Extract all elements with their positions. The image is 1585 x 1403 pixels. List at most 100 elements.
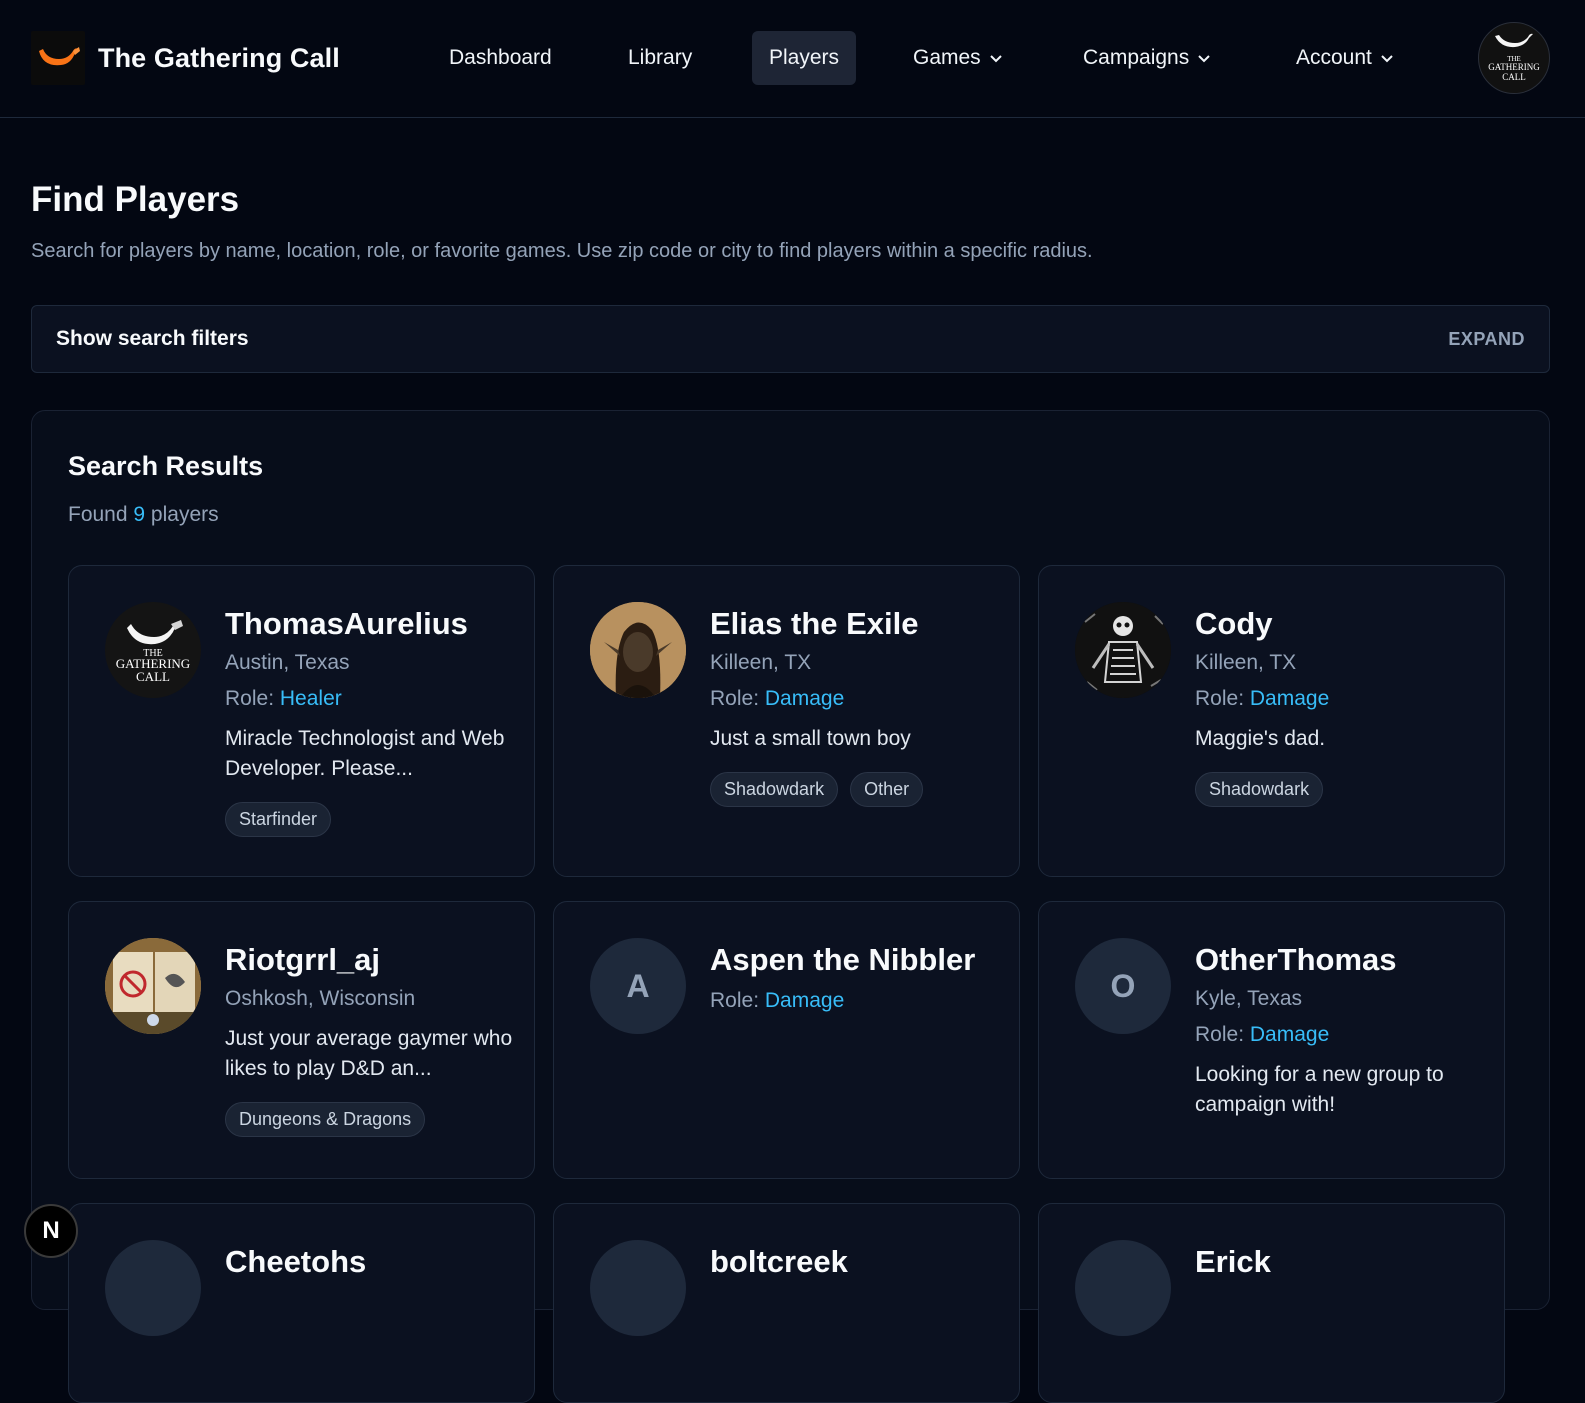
avatar-wordmark: THE GATHERING CALL [116, 648, 190, 684]
player-location: Oshkosh, Wisconsin [225, 987, 416, 1010]
nav-dashboard-label: Dashboard [449, 46, 552, 69]
player-name[interactable]: Riotgrrl_aj [225, 940, 514, 980]
player-card[interactable]: O OtherThomas Kyle, Texas Role: Damage L… [1038, 901, 1505, 1179]
avatar-wordmark: THE GATHERING CALL [1488, 55, 1540, 82]
page-description: Search for players by name, location, ro… [31, 240, 1093, 262]
nav-games-label: Games [913, 46, 981, 69]
svg-text:CALL: CALL [136, 669, 170, 684]
page-title: Find Players [31, 180, 240, 219]
nav-library-label: Library [628, 46, 693, 69]
nav-campaigns[interactable]: Campaigns [1066, 31, 1228, 85]
sign-photo-icon [105, 938, 201, 1034]
top-navbar: The Gathering Call Dashboard Library Pla… [0, 0, 1585, 118]
brand-title: The Gathering Call [98, 42, 340, 73]
nav-players-label: Players [769, 46, 840, 69]
player-name[interactable]: OtherThomas [1195, 940, 1484, 980]
role-label: Role: [1195, 1023, 1245, 1046]
chevron-down-icon [1380, 53, 1394, 63]
skeleton-art-icon [1075, 602, 1171, 698]
role-value: Damage [1249, 1023, 1330, 1046]
elf-portrait-icon [590, 602, 686, 698]
player-card[interactable]: A Aspen the Nibbler Role: Damage [553, 901, 1020, 1179]
nav-dashboard[interactable]: Dashboard [432, 31, 569, 85]
role-label: Role: [710, 989, 760, 1012]
role-value: Damage [764, 687, 845, 710]
role-label: Role: [225, 687, 275, 710]
player-tags: Dungeons & Dragons [225, 1102, 514, 1137]
player-bio: Looking for a new group to campaign with… [1195, 1063, 1444, 1116]
player-role: Role: Damage [710, 986, 999, 1016]
player-location: Killeen, TX [1195, 651, 1297, 674]
results-count: Found 9 players [68, 503, 219, 527]
player-name[interactable]: Cody [1195, 604, 1484, 644]
role-value: Damage [764, 989, 845, 1012]
player-tags: Shadowdark [1195, 772, 1484, 807]
player-role: Role: Damage [710, 684, 999, 714]
player-role: Role: Healer [225, 684, 514, 714]
nav-account[interactable]: Account [1279, 31, 1411, 85]
player-bio: Just a small town boy [710, 727, 911, 750]
results-count-suffix: players [150, 503, 219, 526]
player-name[interactable]: boltcreek [710, 1242, 999, 1282]
game-tag: Starfinder [225, 802, 332, 837]
player-name[interactable]: Erick [1195, 1242, 1484, 1282]
user-avatar[interactable]: THE GATHERING CALL [1478, 22, 1550, 94]
nav-campaigns-label: Campaigns [1083, 46, 1190, 69]
search-results-panel: Search Results Found 9 players THE GATHE… [31, 410, 1550, 1403]
horn-logo-icon [31, 31, 85, 85]
chevron-down-icon [989, 53, 1003, 63]
player-location: Austin, Texas [225, 651, 350, 674]
nav-account-label: Account [1296, 46, 1372, 69]
player-avatar-initial [1075, 1240, 1171, 1336]
player-avatar-initial [105, 1240, 201, 1336]
role-value: Damage [1249, 687, 1330, 710]
expand-button[interactable]: EXPAND [1448, 329, 1525, 350]
svg-text:CALL: CALL [1502, 72, 1526, 82]
results-count-prefix: Found [68, 503, 128, 526]
player-bio: Maggie's dad. [1195, 727, 1326, 750]
svg-text:GATHERING: GATHERING [1488, 62, 1540, 72]
player-role: Role: Damage [1195, 1020, 1484, 1050]
nav-games[interactable]: Games [896, 31, 1020, 85]
player-avatar [105, 938, 201, 1034]
player-location: Killeen, TX [710, 651, 812, 674]
player-card[interactable]: Riotgrrl_aj Oshkosh, Wisconsin Just your… [68, 901, 535, 1179]
player-avatar [1075, 602, 1171, 698]
nextjs-devtools-button[interactable]: N [24, 1204, 78, 1258]
game-tag: Shadowdark [710, 772, 839, 807]
nav-library[interactable]: Library [611, 31, 709, 85]
player-avatar [590, 602, 686, 698]
results-title: Search Results [68, 451, 264, 481]
player-role: Role: Damage [1195, 684, 1484, 714]
role-label: Role: [710, 687, 760, 710]
player-avatar: THE GATHERING CALL [105, 602, 201, 698]
player-avatar-initial [590, 1240, 686, 1336]
player-card[interactable]: Erick [1038, 1203, 1505, 1403]
player-card[interactable]: THE GATHERING CALL ThomasAurelius Austin… [68, 565, 535, 877]
player-tags: Starfinder [225, 802, 514, 837]
search-filters-label: Show search filters [56, 327, 249, 350]
player-bio: Miracle Technologist and Web Developer. … [225, 727, 505, 780]
player-name[interactable]: ThomasAurelius [225, 604, 514, 644]
player-name[interactable]: Aspen the Nibbler [710, 940, 999, 980]
game-tag: Other [850, 772, 924, 807]
player-avatar-initial: O [1075, 938, 1171, 1034]
game-tag: Shadowdark [1195, 772, 1324, 807]
role-value: Healer [279, 687, 342, 710]
search-filters-toggle[interactable]: Show search filters EXPAND [31, 305, 1550, 373]
player-avatar-initial: A [590, 938, 686, 1034]
player-card[interactable]: Cody Killeen, TX Role: Damage Maggie's d… [1038, 565, 1505, 877]
player-card[interactable]: Elias the Exile Killeen, TX Role: Damage… [553, 565, 1020, 877]
player-name[interactable]: Cheetohs [225, 1242, 514, 1282]
brand-link[interactable]: The Gathering Call [31, 31, 340, 85]
player-tags: Shadowdark Other [710, 772, 999, 807]
player-card[interactable]: boltcreek [553, 1203, 1020, 1403]
player-card[interactable]: Cheetohs [68, 1203, 535, 1403]
player-name[interactable]: Elias the Exile [710, 604, 999, 644]
player-location: Kyle, Texas [1195, 987, 1302, 1010]
role-label: Role: [1195, 687, 1245, 710]
chevron-down-icon [1197, 53, 1211, 63]
results-count-number: 9 [133, 503, 146, 526]
horn-logo-icon [1495, 33, 1533, 48]
nav-players[interactable]: Players [752, 31, 857, 85]
